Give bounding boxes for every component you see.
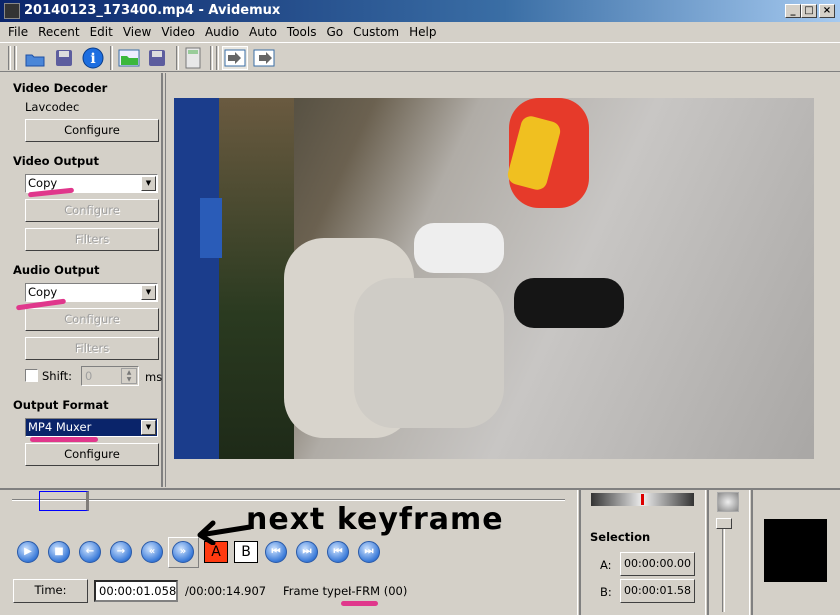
video-decoder-heading: Video Decoder (13, 81, 108, 95)
minimize-button[interactable]: _ (785, 4, 801, 18)
audio-filters-button[interactable]: Filters (25, 337, 159, 360)
speaker-icon[interactable] (717, 492, 739, 512)
output-format-select[interactable]: MP4 Muxer ▼ (25, 418, 158, 437)
timeline-track[interactable] (12, 499, 565, 501)
chevron-down-icon[interactable]: ▼ (141, 420, 156, 435)
go-to-marker-b-button[interactable]: ⏮ (327, 541, 349, 563)
next-frame-button[interactable]: → (110, 541, 132, 563)
menu-video[interactable]: Video (157, 22, 201, 42)
selection-b-label: B: (600, 585, 612, 599)
selection-a-label: A: (600, 558, 612, 572)
timeline-slider-thumb[interactable] (39, 491, 90, 511)
menu-tools[interactable]: Tools (283, 22, 323, 42)
input-view-icon[interactable] (222, 46, 248, 70)
svg-text:i: i (90, 51, 95, 67)
video-filters-button[interactable]: Filters (25, 228, 159, 251)
info-icon[interactable]: i (80, 46, 106, 70)
video-output-value: Copy (28, 176, 58, 190)
time-button[interactable]: Time: (13, 579, 88, 603)
previous-keyframe-button[interactable]: « (141, 541, 163, 563)
menu-view[interactable]: View (119, 22, 157, 42)
maximize-button[interactable]: □ (801, 4, 817, 18)
window-title: 20140123_173400.mp4 - Avidemux (24, 3, 281, 18)
chevron-down-icon[interactable]: ▼ (141, 285, 156, 300)
total-time: /00:00:14.907 (185, 584, 267, 598)
open-folder-icon[interactable] (116, 46, 142, 70)
calculator-icon[interactable] (180, 46, 206, 70)
jog-shuttle[interactable] (591, 493, 694, 506)
selection-a-button[interactable]: 00:00:00.00 (620, 552, 695, 576)
next-keyframe-annotation: next keyframe (246, 502, 504, 537)
menu-go[interactable]: Go (322, 22, 349, 42)
go-to-end-button[interactable]: ⏭ (358, 541, 380, 563)
selection-heading: Selection (590, 530, 651, 544)
volume-slider-thumb[interactable] (716, 518, 732, 529)
volume-slider[interactable] (722, 520, 725, 612)
toolbar: i (0, 42, 840, 72)
save-as-icon[interactable] (144, 46, 170, 70)
frame-type-value: I-FRM (00) (348, 584, 408, 598)
menu-bar: File Recent Edit View Video Audio Auto T… (0, 22, 840, 42)
title-bar: 20140123_173400.mp4 - Avidemux (0, 0, 840, 22)
selection-b-button[interactable]: 00:00:01.58 (620, 579, 695, 603)
shift-label: Shift: (42, 369, 73, 383)
open-icon[interactable] (22, 46, 48, 70)
audio-meter (764, 519, 827, 582)
video-output-configure-button[interactable]: Configure (25, 199, 159, 222)
menu-help[interactable]: Help (405, 22, 442, 42)
shift-unit: ms (145, 370, 163, 384)
play-button[interactable]: ▶ (17, 541, 39, 563)
menu-edit[interactable]: Edit (86, 22, 119, 42)
chevron-down-icon[interactable]: ▼ (141, 176, 156, 191)
stop-button[interactable]: ■ (48, 541, 70, 563)
go-to-marker-a-button[interactable]: ⏭ (296, 541, 318, 563)
frame-type-label: Frame type: (283, 584, 353, 598)
annotation-underline (30, 437, 98, 442)
menu-recent[interactable]: Recent (34, 22, 85, 42)
close-button[interactable]: × (819, 4, 835, 18)
video-frame (174, 98, 814, 459)
output-format-heading: Output Format (13, 398, 109, 412)
current-time-input[interactable]: 00:00:01.058 (94, 580, 178, 602)
audio-output-select[interactable]: Copy ▼ (25, 283, 158, 302)
previous-frame-button[interactable]: ← (79, 541, 101, 563)
arrow-annotation-icon (197, 520, 253, 545)
menu-audio[interactable]: Audio (201, 22, 245, 42)
output-format-value: MP4 Muxer (28, 420, 92, 434)
audio-output-value: Copy (28, 285, 58, 299)
go-to-start-button[interactable]: ⏮ (265, 541, 287, 563)
menu-auto[interactable]: Auto (245, 22, 283, 42)
save-icon[interactable] (51, 46, 77, 70)
audio-output-configure-button[interactable]: Configure (25, 308, 159, 331)
video-decoder-configure-button[interactable]: Configure (25, 119, 159, 142)
menu-file[interactable]: File (4, 22, 34, 42)
output-view-icon[interactable] (251, 46, 277, 70)
video-output-heading: Video Output (13, 154, 99, 168)
output-format-configure-button[interactable]: Configure (25, 443, 159, 466)
shift-spinner[interactable]: ▲ ▼ (121, 368, 137, 384)
menu-custom[interactable]: Custom (349, 22, 405, 42)
annotation-underline (341, 601, 378, 606)
shift-checkbox[interactable] (25, 369, 38, 382)
audio-output-heading: Audio Output (13, 263, 100, 277)
app-icon (4, 3, 20, 19)
video-decoder-codec: Lavcodec (25, 100, 80, 114)
